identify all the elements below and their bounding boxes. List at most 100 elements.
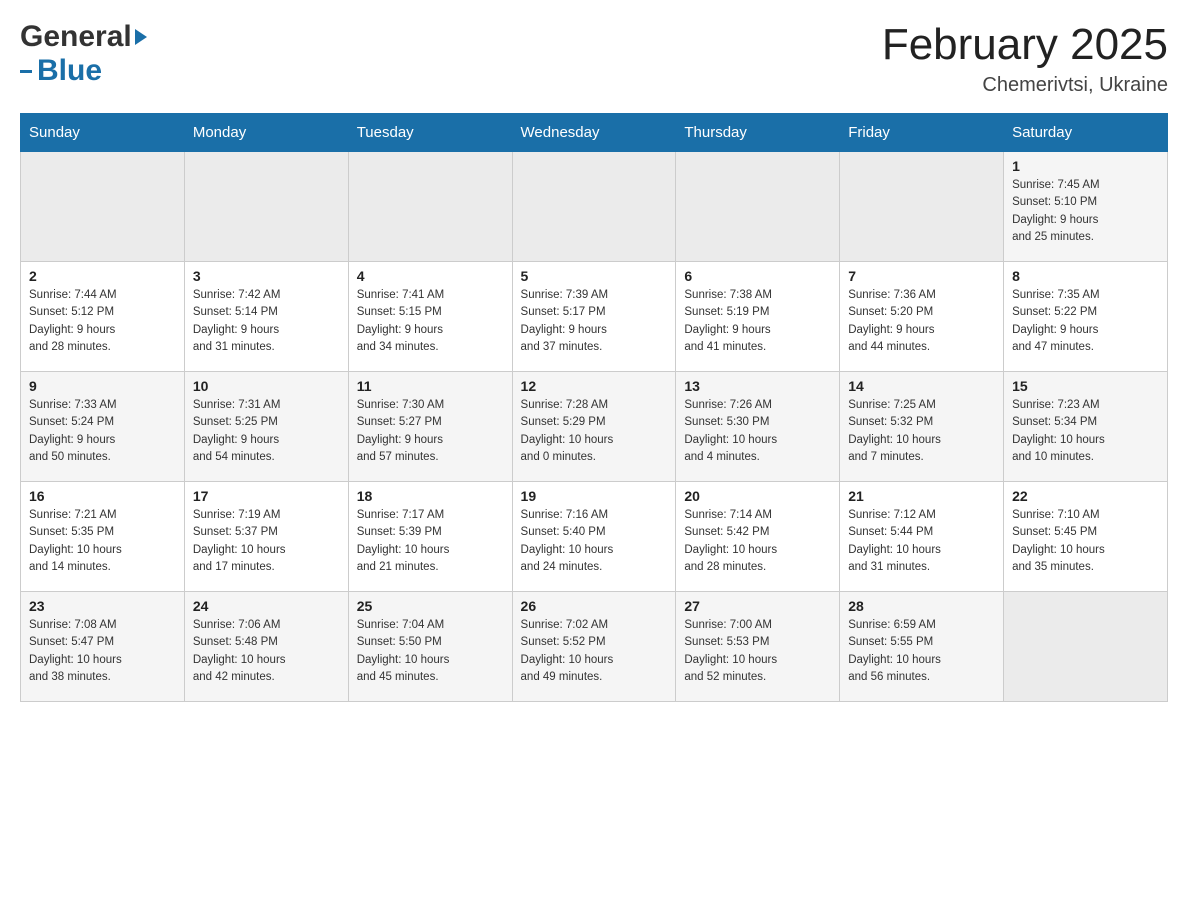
day-number: 8 xyxy=(1012,268,1159,284)
day-number: 17 xyxy=(193,488,340,504)
day-info: Sunrise: 7:25 AM Sunset: 5:32 PM Dayligh… xyxy=(848,397,995,466)
calendar-cell: 14 Sunrise: 7:25 AM Sunset: 5:32 PM Dayli… xyxy=(840,372,1004,482)
day-info: Sunrise: 7:12 AM Sunset: 5:44 PM Dayligh… xyxy=(848,507,995,576)
day-number: 20 xyxy=(684,488,831,504)
day-header-saturday: Saturday xyxy=(1004,114,1168,152)
calendar-cell: 9 Sunrise: 7:33 AM Sunset: 5:24 PM Daylig… xyxy=(21,372,185,482)
day-info: Sunrise: 7:38 AM Sunset: 5:19 PM Dayligh… xyxy=(684,287,831,356)
day-number: 12 xyxy=(521,378,668,394)
day-header-sunday: Sunday xyxy=(21,114,185,152)
day-info: Sunrise: 7:02 AM Sunset: 5:52 PM Dayligh… xyxy=(521,617,668,686)
day-info: Sunrise: 7:19 AM Sunset: 5:37 PM Dayligh… xyxy=(193,507,340,576)
calendar-week-1: 1 Sunrise: 7:45 AM Sunset: 5:10 PM Daylig… xyxy=(21,152,1168,262)
day-number: 25 xyxy=(357,598,504,614)
day-header-monday: Monday xyxy=(184,114,348,152)
day-info: Sunrise: 7:04 AM Sunset: 5:50 PM Dayligh… xyxy=(357,617,504,686)
calendar-cell xyxy=(840,152,1004,262)
calendar-cell: 2 Sunrise: 7:44 AM Sunset: 5:12 PM Daylig… xyxy=(21,262,185,372)
day-number: 11 xyxy=(357,378,504,394)
day-header-tuesday: Tuesday xyxy=(348,114,512,152)
day-number: 3 xyxy=(193,268,340,284)
calendar-cell xyxy=(676,152,840,262)
day-info: Sunrise: 7:31 AM Sunset: 5:25 PM Dayligh… xyxy=(193,397,340,466)
day-number: 23 xyxy=(29,598,176,614)
calendar-week-4: 16 Sunrise: 7:21 AM Sunset: 5:35 PM Dayli… xyxy=(21,482,1168,592)
day-number: 9 xyxy=(29,378,176,394)
day-header-thursday: Thursday xyxy=(676,114,840,152)
day-info: Sunrise: 7:45 AM Sunset: 5:10 PM Dayligh… xyxy=(1012,177,1159,246)
calendar-cell: 3 Sunrise: 7:42 AM Sunset: 5:14 PM Daylig… xyxy=(184,262,348,372)
day-number: 7 xyxy=(848,268,995,284)
day-info: Sunrise: 7:41 AM Sunset: 5:15 PM Dayligh… xyxy=(357,287,504,356)
day-info: Sunrise: 7:28 AM Sunset: 5:29 PM Dayligh… xyxy=(521,397,668,466)
day-number: 21 xyxy=(848,488,995,504)
calendar-cell: 13 Sunrise: 7:26 AM Sunset: 5:30 PM Dayli… xyxy=(676,372,840,482)
month-title: February 2025 xyxy=(882,20,1168,70)
calendar-cell: 5 Sunrise: 7:39 AM Sunset: 5:17 PM Daylig… xyxy=(512,262,676,372)
day-info: Sunrise: 7:42 AM Sunset: 5:14 PM Dayligh… xyxy=(193,287,340,356)
day-info: Sunrise: 7:00 AM Sunset: 5:53 PM Dayligh… xyxy=(684,617,831,686)
calendar-cell: 12 Sunrise: 7:28 AM Sunset: 5:29 PM Dayli… xyxy=(512,372,676,482)
logo: General Blue xyxy=(20,20,147,88)
calendar-cell: 6Sunrise: 7:38 AM Sunset: 5:19 PM Daylig… xyxy=(676,262,840,372)
calendar-cell xyxy=(512,152,676,262)
day-number: 4 xyxy=(357,268,504,284)
day-number: 14 xyxy=(848,378,995,394)
day-info: Sunrise: 7:35 AM Sunset: 5:22 PM Dayligh… xyxy=(1012,287,1159,356)
calendar-week-5: 23 Sunrise: 7:08 AM Sunset: 5:47 PM Dayli… xyxy=(21,592,1168,702)
day-number: 13 xyxy=(684,378,831,394)
day-number: 16 xyxy=(29,488,176,504)
calendar-cell: 10 Sunrise: 7:31 AM Sunset: 5:25 PM Dayli… xyxy=(184,372,348,482)
day-number: 2 xyxy=(29,268,176,284)
day-info: Sunrise: 7:39 AM Sunset: 5:17 PM Dayligh… xyxy=(521,287,668,356)
calendar-cell: 24 Sunrise: 7:06 AM Sunset: 5:48 PM Dayli… xyxy=(184,592,348,702)
day-number: 1 xyxy=(1012,158,1159,174)
day-number: 19 xyxy=(521,488,668,504)
day-info: Sunrise: 7:17 AM Sunset: 5:39 PM Dayligh… xyxy=(357,507,504,576)
logo-general: General xyxy=(20,20,132,54)
calendar-cell: 17 Sunrise: 7:19 AM Sunset: 5:37 PM Dayli… xyxy=(184,482,348,592)
day-info: Sunrise: 7:30 AM Sunset: 5:27 PM Dayligh… xyxy=(357,397,504,466)
calendar-week-2: 2 Sunrise: 7:44 AM Sunset: 5:12 PM Daylig… xyxy=(21,262,1168,372)
calendar-cell: 11 Sunrise: 7:30 AM Sunset: 5:27 PM Dayli… xyxy=(348,372,512,482)
day-number: 24 xyxy=(193,598,340,614)
calendar-cell: 23 Sunrise: 7:08 AM Sunset: 5:47 PM Dayli… xyxy=(21,592,185,702)
calendar-cell: 25 Sunrise: 7:04 AM Sunset: 5:50 PM Dayli… xyxy=(348,592,512,702)
calendar-cell: 20Sunrise: 7:14 AM Sunset: 5:42 PM Dayli… xyxy=(676,482,840,592)
calendar-cell: 18 Sunrise: 7:17 AM Sunset: 5:39 PM Dayli… xyxy=(348,482,512,592)
calendar-cell: 28Sunrise: 6:59 AM Sunset: 5:55 PM Dayli… xyxy=(840,592,1004,702)
calendar-cell: 15 Sunrise: 7:23 AM Sunset: 5:34 PM Dayli… xyxy=(1004,372,1168,482)
day-info: Sunrise: 7:06 AM Sunset: 5:48 PM Dayligh… xyxy=(193,617,340,686)
calendar-cell: 16 Sunrise: 7:21 AM Sunset: 5:35 PM Dayli… xyxy=(21,482,185,592)
day-header-wednesday: Wednesday xyxy=(512,114,676,152)
day-number: 18 xyxy=(357,488,504,504)
calendar-cell xyxy=(21,152,185,262)
day-info: Sunrise: 7:33 AM Sunset: 5:24 PM Dayligh… xyxy=(29,397,176,466)
calendar-cell: 4 Sunrise: 7:41 AM Sunset: 5:15 PM Daylig… xyxy=(348,262,512,372)
day-header-friday: Friday xyxy=(840,114,1004,152)
calendar-cell: 8 Sunrise: 7:35 AM Sunset: 5:22 PM Daylig… xyxy=(1004,262,1168,372)
day-info: Sunrise: 7:23 AM Sunset: 5:34 PM Dayligh… xyxy=(1012,397,1159,466)
day-info: Sunrise: 7:36 AM Sunset: 5:20 PM Dayligh… xyxy=(848,287,995,356)
location-subtitle: Chemerivtsi, Ukraine xyxy=(882,74,1168,97)
calendar-cell xyxy=(348,152,512,262)
calendar-week-3: 9 Sunrise: 7:33 AM Sunset: 5:24 PM Daylig… xyxy=(21,372,1168,482)
day-number: 15 xyxy=(1012,378,1159,394)
day-info: Sunrise: 7:08 AM Sunset: 5:47 PM Dayligh… xyxy=(29,617,176,686)
calendar-cell xyxy=(1004,592,1168,702)
calendar-cell: 26Sunrise: 7:02 AM Sunset: 5:52 PM Dayli… xyxy=(512,592,676,702)
day-info: Sunrise: 7:44 AM Sunset: 5:12 PM Dayligh… xyxy=(29,287,176,356)
logo-blue: Blue xyxy=(37,54,102,88)
calendar-cell: 22Sunrise: 7:10 AM Sunset: 5:45 PM Dayli… xyxy=(1004,482,1168,592)
day-info: Sunrise: 7:26 AM Sunset: 5:30 PM Dayligh… xyxy=(684,397,831,466)
logo-triangle-icon xyxy=(135,29,147,45)
calendar-cell: 1 Sunrise: 7:45 AM Sunset: 5:10 PM Daylig… xyxy=(1004,152,1168,262)
calendar-header-row: SundayMondayTuesdayWednesdayThursdayFrid… xyxy=(21,114,1168,152)
day-number: 10 xyxy=(193,378,340,394)
day-number: 22 xyxy=(1012,488,1159,504)
calendar-title-section: February 2025 Chemerivtsi, Ukraine xyxy=(882,20,1168,97)
day-info: Sunrise: 7:21 AM Sunset: 5:35 PM Dayligh… xyxy=(29,507,176,576)
day-number: 5 xyxy=(521,268,668,284)
day-info: Sunrise: 6:59 AM Sunset: 5:55 PM Dayligh… xyxy=(848,617,995,686)
page-header: General Blue February 2025 Chemerivtsi, … xyxy=(20,20,1168,97)
